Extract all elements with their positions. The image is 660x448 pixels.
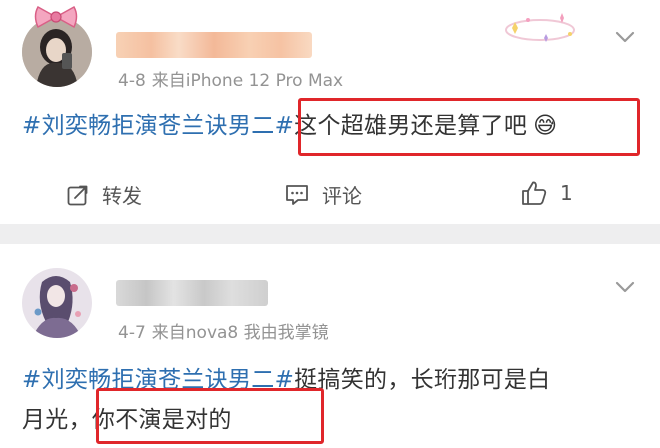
comment-icon xyxy=(286,184,308,205)
post-meta: 4-7 来自nova8 我由我掌镜 xyxy=(118,318,335,343)
post-text-part-2: 月光， xyxy=(22,407,92,433)
repost-icon xyxy=(67,185,88,205)
comment-label: 评论 xyxy=(322,184,362,208)
chevron-down-icon[interactable] xyxy=(612,274,638,300)
chevron-down-icon[interactable] xyxy=(612,24,638,50)
highlight-box xyxy=(298,98,640,156)
post-date: 4-7 xyxy=(118,323,146,343)
sparkle-sticker-icon xyxy=(500,8,580,48)
avatar[interactable] xyxy=(22,268,92,338)
highlight-box xyxy=(96,388,324,444)
like-count: 1 xyxy=(560,181,573,205)
post-actions: 转发 评论 1 xyxy=(0,170,660,222)
comment-button[interactable]: 评论 xyxy=(284,180,362,209)
repost-label: 转发 xyxy=(102,184,142,208)
username-blurred[interactable] xyxy=(116,32,312,58)
username-blurred[interactable] xyxy=(116,280,268,306)
post-source[interactable]: 来自iPhone 12 Pro Max xyxy=(152,71,343,91)
weibo-post-1: 4-8 来自iPhone 12 Pro Max #刘奕畅拒演苍兰诀男二#这个超雄男… xyxy=(0,0,660,224)
post-source[interactable]: 来自nova8 我由我掌镜 xyxy=(152,323,329,343)
repost-button[interactable]: 转发 xyxy=(66,180,142,209)
topic-link[interactable]: #刘奕畅拒演苍兰诀男二# xyxy=(22,113,294,139)
post-date: 4-8 xyxy=(118,71,146,91)
like-button[interactable]: 1 xyxy=(520,180,573,206)
post-text-part-1: 挺搞笑的，长珩那可是白 xyxy=(294,367,551,393)
like-icon xyxy=(522,181,547,205)
weibo-post-2: 4-7 来自nova8 我由我掌镜 #刘奕畅拒演苍兰诀男二#挺搞笑的，长珩那可是白… xyxy=(0,244,660,448)
post-meta: 4-8 来自iPhone 12 Pro Max xyxy=(118,66,349,91)
bow-sticker-icon xyxy=(32,4,80,30)
post-divider xyxy=(0,224,660,244)
